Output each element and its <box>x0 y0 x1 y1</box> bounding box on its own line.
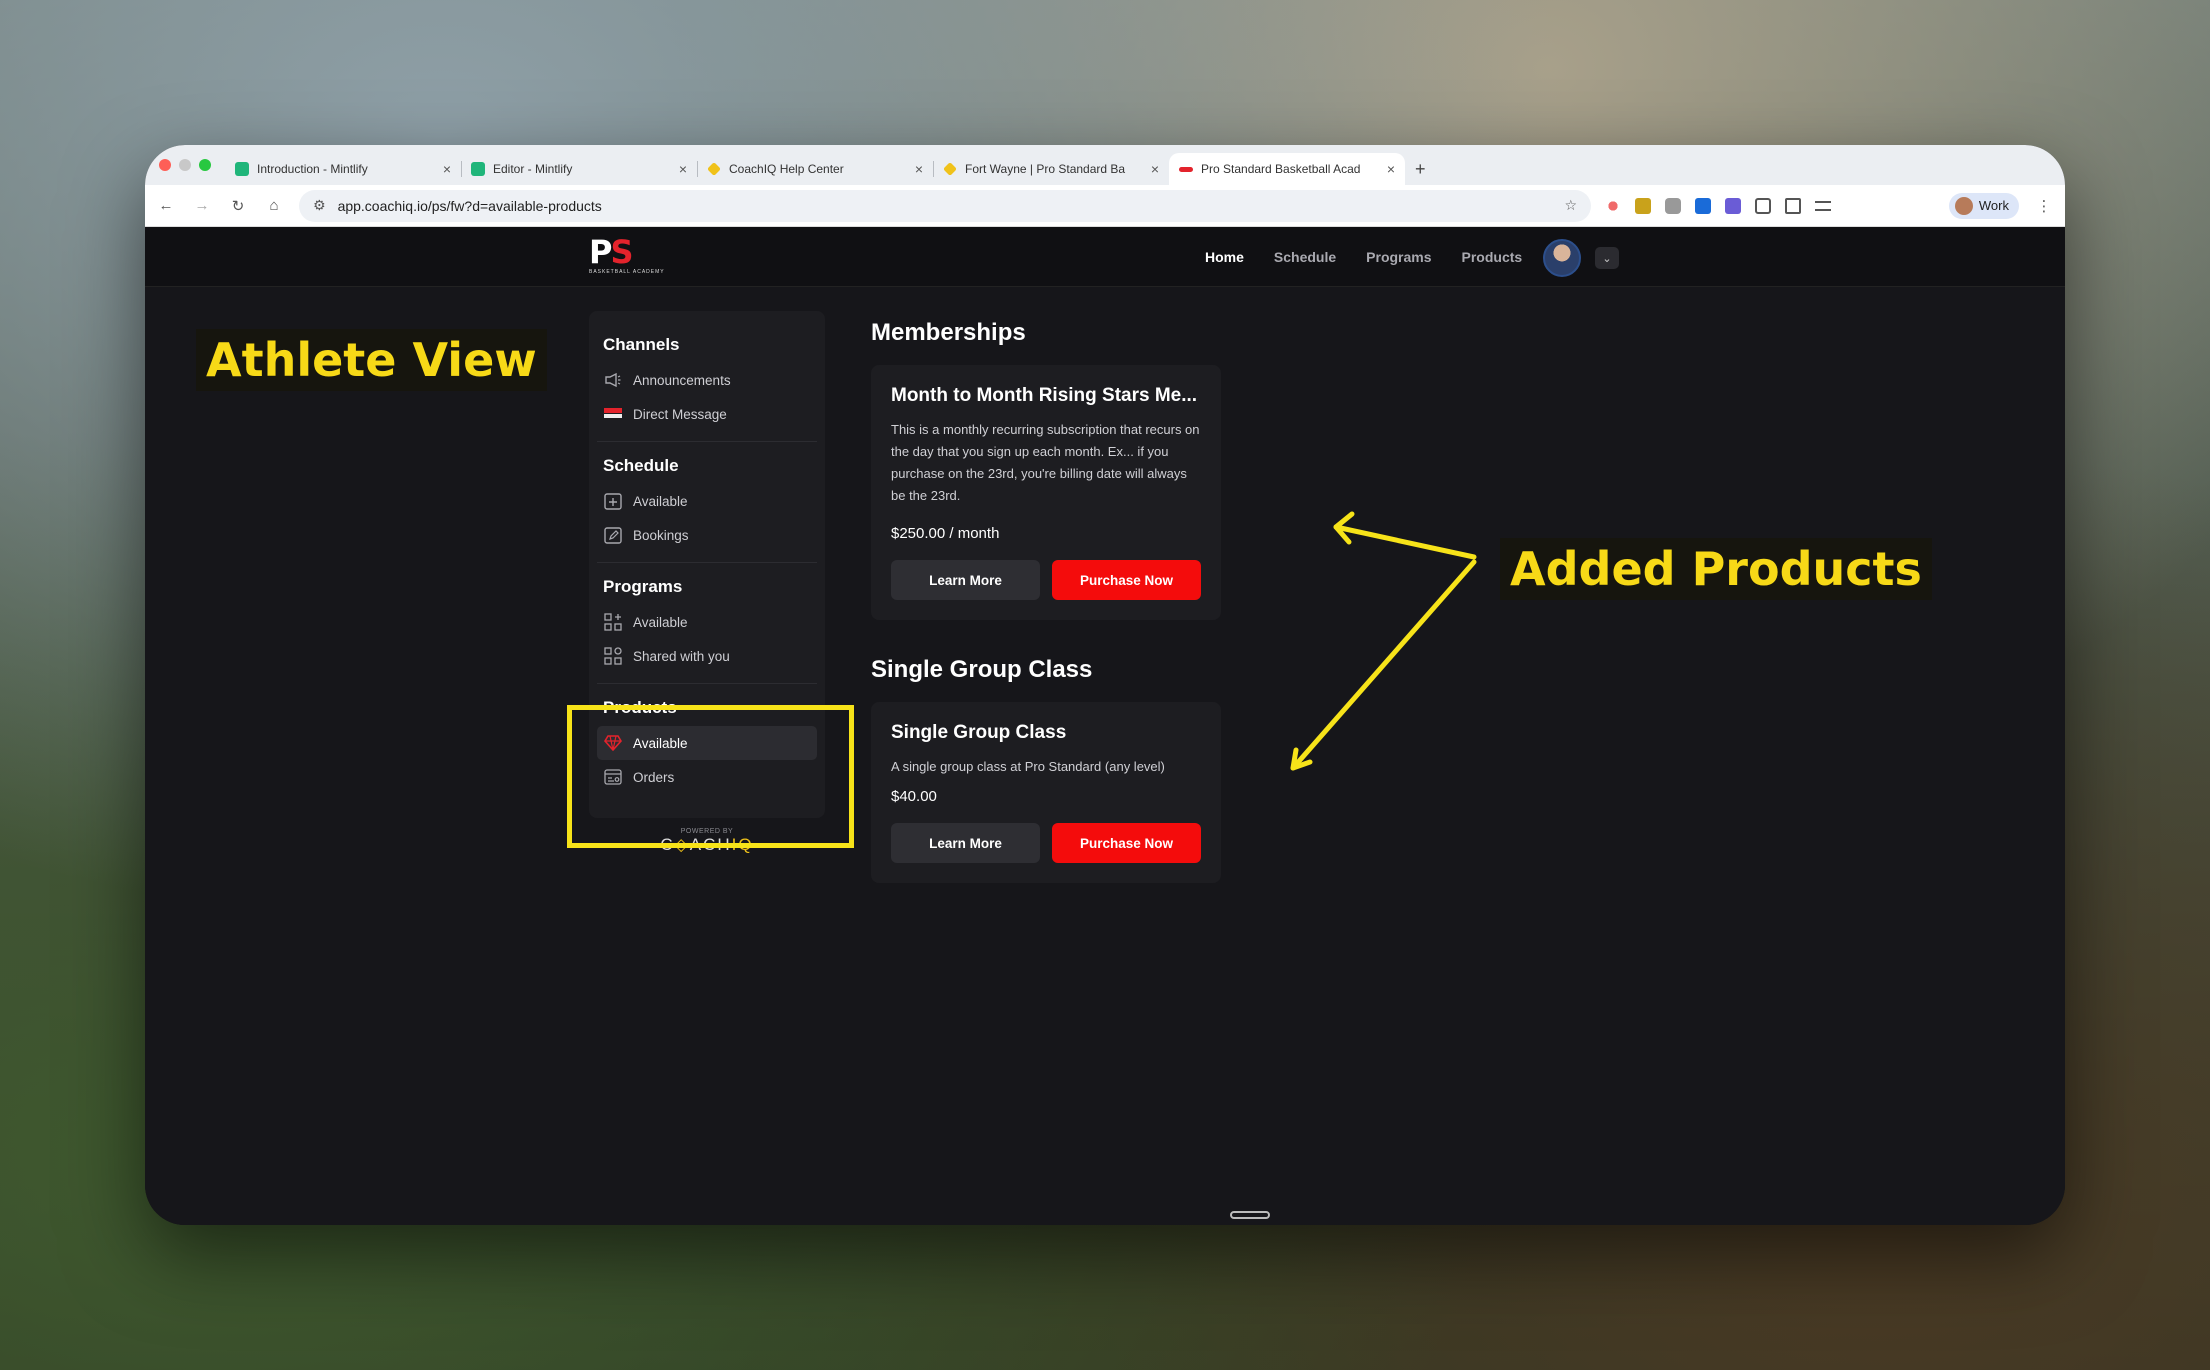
arrow-to-memberships <box>1333 524 1477 560</box>
arrow-to-single-group <box>1290 559 1477 771</box>
annotation-arrows <box>1290 511 1477 771</box>
